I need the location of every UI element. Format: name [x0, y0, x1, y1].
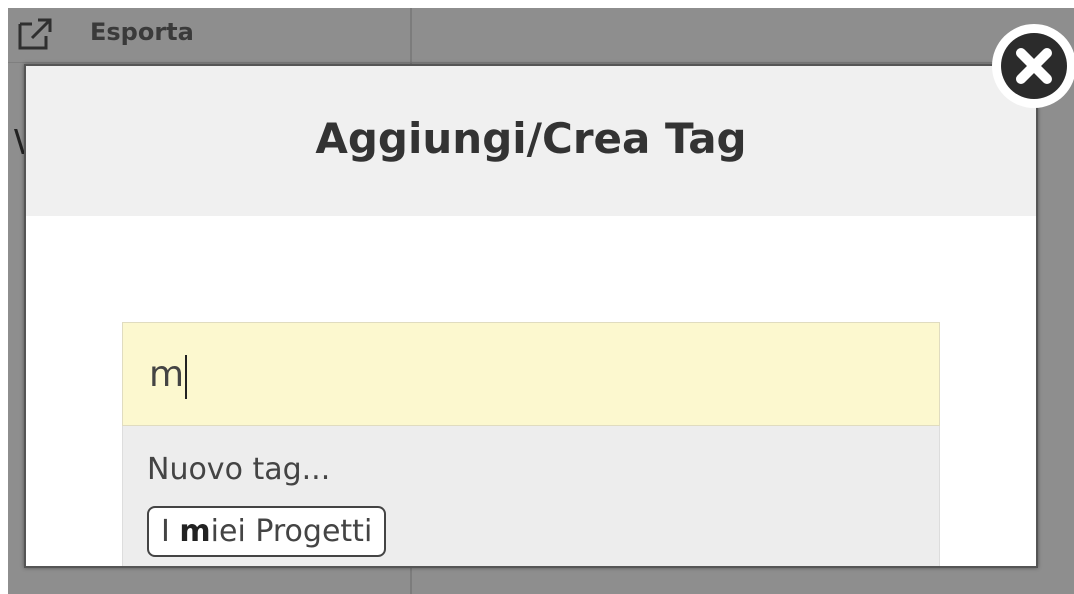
add-tag-dialog: Aggiungi/Crea Tag Nuovo tag... I miei Pr… [24, 64, 1038, 568]
dialog-title: Aggiungi/Crea Tag [315, 114, 747, 163]
new-tag-option[interactable]: Nuovo tag... [147, 452, 330, 487]
tag-input[interactable] [123, 323, 939, 425]
text-caret [185, 355, 187, 399]
dialog-header: Aggiungi/Crea Tag [26, 66, 1036, 216]
toolbar-divider [8, 62, 1074, 63]
close-icon[interactable] [990, 22, 1074, 110]
tag-suggestions-dropdown: Nuovo tag... I miei Progetti [122, 426, 940, 566]
tag-input-container [122, 322, 940, 426]
suggestion-suffix: iei Progetti [210, 514, 373, 549]
suggestion-match: m [179, 514, 211, 549]
tag-suggestion-chip[interactable]: I miei Progetti [147, 506, 387, 557]
suggestion-prefix: I [161, 514, 180, 549]
export-label: Esporta [90, 18, 194, 46]
export-icon [18, 18, 52, 50]
